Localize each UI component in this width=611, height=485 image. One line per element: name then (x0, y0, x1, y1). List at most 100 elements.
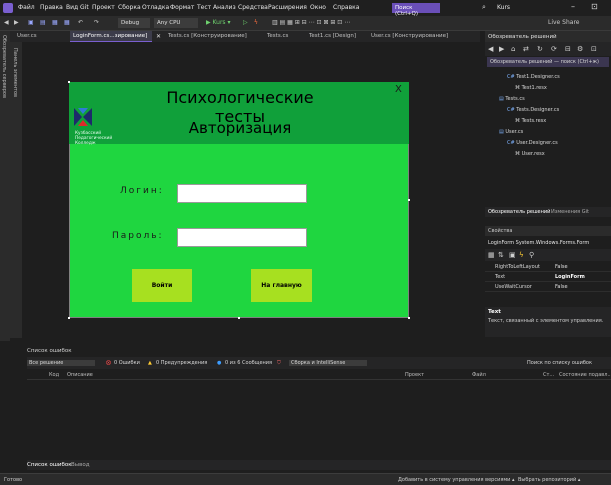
col-code[interactable]: Код (49, 372, 59, 378)
menu-git[interactable]: Git (80, 4, 89, 11)
start-button[interactable]: ▶ Kurs ▾ (206, 19, 230, 26)
menu-help[interactable]: Справка (333, 4, 359, 11)
menu-test[interactable]: Тест (197, 4, 211, 11)
menu-debug[interactable]: Отладка (142, 4, 169, 11)
back-icon[interactable]: ◀ (488, 45, 493, 53)
search-icon[interactable]: ⌕ (482, 3, 486, 12)
properties-icon[interactable]: ▣ (509, 251, 516, 259)
save-all-icon[interactable]: ▦ (64, 19, 70, 26)
menu-file[interactable]: Файл (18, 4, 35, 11)
warnings-filter[interactable]: 0 Предупреждения (156, 360, 207, 366)
properties-icon[interactable]: ⚙ (577, 45, 583, 53)
minimize-button[interactable]: – (571, 2, 575, 11)
login-input[interactable] (177, 184, 307, 203)
resize-handle[interactable] (408, 317, 410, 319)
tree-item[interactable]: C# Test1.Designer.cs (507, 74, 560, 80)
forward-icon[interactable]: ▶ (14, 19, 19, 26)
tab-output[interactable]: Вывод (71, 462, 90, 468)
col-suppression[interactable]: Состояние подавл... (559, 372, 611, 378)
resize-handle[interactable] (68, 317, 70, 319)
server-explorer-label[interactable]: Обозреватель серверов (1, 35, 7, 98)
build-dropdown[interactable]: Сборка и IntelliSense (289, 360, 367, 366)
filter-icon[interactable]: ⛉ (277, 360, 281, 366)
menu-window[interactable]: Окно (310, 4, 326, 11)
open-icon[interactable]: ▤ (40, 19, 46, 26)
tab-error-list[interactable]: Список ошибок (27, 462, 72, 468)
menu-extensions[interactable]: Расширения (268, 4, 307, 11)
warning-icon[interactable]: ▲ (148, 360, 152, 366)
property-row[interactable]: RightToLeftLayout False (485, 262, 611, 272)
new-project-icon[interactable]: ▣ (28, 19, 34, 26)
refresh-icon[interactable]: ⟳ (551, 45, 557, 53)
global-search[interactable]: Поиск (Ctrl+Q) (392, 3, 440, 17)
undo-icon[interactable]: ↶ (78, 19, 83, 26)
resize-handle[interactable] (238, 317, 240, 319)
messages-filter[interactable]: 0 из 6 Сообщения (225, 360, 272, 366)
events-icon[interactable]: ϟ (519, 251, 524, 259)
layout-tools-icon[interactable]: ▥ ▤ ▦ ⊞ ⊟ ⋯ ⊡ ⊠ ⊞ ⊡ ⋯ (272, 19, 350, 26)
col-line[interactable]: Ст... (543, 372, 554, 378)
menu-project[interactable]: Проект (92, 4, 115, 11)
error-icon[interactable]: ⨂ (106, 360, 111, 366)
view-code-icon[interactable]: ⊡ (591, 45, 597, 53)
tree-item[interactable]: ▤ Tests.cs (499, 96, 525, 102)
tree-item[interactable]: C# User.Designer.cs (507, 140, 558, 146)
tab-user-cs[interactable]: User.cs (14, 31, 46, 42)
login-button[interactable]: Войти (132, 269, 192, 302)
properties-object[interactable]: LoginForm System.Windows.Forms.Form (488, 240, 589, 246)
errors-filter[interactable]: 0 Ошибки (114, 360, 140, 366)
menu-edit[interactable]: Правка (40, 4, 63, 11)
col-description[interactable]: Описание (67, 372, 93, 378)
tree-item[interactable]: C# Tests.Designer.cs (507, 107, 559, 113)
live-share-button[interactable]: Live Share (548, 19, 579, 26)
error-search-input[interactable]: Поиск по списку ошибок (527, 360, 592, 366)
scope-dropdown[interactable]: Все решение (27, 360, 95, 366)
info-icon[interactable]: ● (217, 360, 221, 366)
platform-dropdown[interactable]: Any CPU (154, 18, 198, 28)
forward-icon[interactable]: ▶ (499, 45, 504, 53)
back-icon[interactable]: ◀ (4, 19, 9, 26)
home-button[interactable]: На главную (251, 269, 312, 302)
start-without-debug-icon[interactable]: ▷ (243, 19, 248, 26)
property-row[interactable]: Text LoginForm (485, 272, 611, 282)
resize-handle[interactable] (68, 81, 70, 83)
tab-close-icon[interactable]: ✕ (156, 33, 161, 40)
menu-view[interactable]: Вид (66, 4, 78, 11)
redo-icon[interactable]: ↷ (94, 19, 99, 26)
server-explorer-strip[interactable]: Обозреватель серверов (0, 31, 10, 341)
select-repository[interactable]: Выбрать репозиторий ▴ (518, 477, 580, 483)
properties-object-selector[interactable]: LoginForm System.Windows.Forms.Form (485, 237, 611, 248)
tab-test1-design[interactable]: Test1.cs [Design] (306, 31, 360, 42)
menu-analyze[interactable]: Анализ (213, 4, 236, 11)
configuration-dropdown[interactable]: Debug (118, 18, 150, 28)
form-close-button[interactable]: X (395, 84, 402, 95)
tree-item[interactable]: ⌘ Tests.resx (515, 118, 546, 124)
tab-user-design[interactable]: User.cs [Конструирование] (368, 31, 448, 42)
menu-build[interactable]: Сборка (118, 4, 141, 11)
hot-reload-icon[interactable]: ϟ (254, 19, 258, 26)
tab-tests-design[interactable]: Tests.cs [Конструирование] (165, 31, 255, 42)
tab-git-changes[interactable]: Изменения Git (551, 209, 589, 215)
resize-handle[interactable] (408, 199, 410, 201)
pending-changes-icon[interactable]: ↻ (537, 45, 543, 53)
tree-item[interactable]: ▤ User.cs (499, 129, 523, 135)
toolbox-strip[interactable]: Панель элементов (10, 42, 22, 338)
toolbox-label[interactable]: Панель элементов (12, 48, 18, 97)
home-icon[interactable]: ⌂ (511, 45, 515, 53)
tree-item[interactable]: ⌘ Test1.resx (515, 85, 547, 91)
add-to-source-control[interactable]: Добавить в систему управления версиями ▴ (398, 477, 514, 483)
menu-format[interactable]: Формат (170, 4, 194, 11)
maximize-button[interactable]: ⊡ (591, 2, 598, 11)
tab-loginform-design[interactable]: LoginForm.cs...зирование] (70, 31, 152, 42)
alphabetical-icon[interactable]: ⇅ (498, 251, 504, 259)
collapse-icon[interactable]: ⊟ (565, 45, 571, 53)
password-input[interactable] (177, 228, 307, 247)
sync-icon[interactable]: ⇄ (523, 45, 529, 53)
property-row[interactable]: UseWaitCursor False (485, 282, 611, 292)
tab-tests-cs[interactable]: Tests.cs (264, 31, 298, 42)
categorized-icon[interactable]: ▦ (488, 251, 495, 259)
solution-search-input[interactable]: Обозреватель решений — поиск (Ctrl+ж) (487, 57, 609, 67)
menu-tools[interactable]: Средства (238, 4, 268, 11)
col-file[interactable]: Файл (472, 372, 486, 378)
col-project[interactable]: Проект (405, 372, 424, 378)
